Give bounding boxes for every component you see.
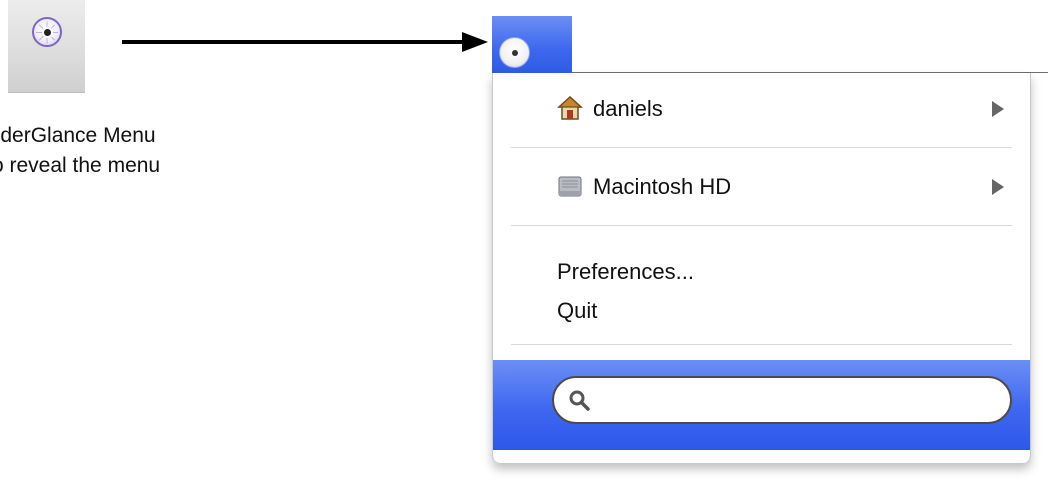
menu-item-macintosh-hd[interactable]: Macintosh HD xyxy=(493,157,1030,217)
menu-item-home-label: daniels xyxy=(593,96,663,121)
search-field[interactable] xyxy=(552,376,1012,424)
menu-separator xyxy=(511,225,1012,226)
arrow-right-icon xyxy=(122,32,488,52)
menu-item-quit[interactable]: Quit xyxy=(557,298,597,324)
folderglance-icon[interactable] xyxy=(499,37,530,68)
menu-item-preferences[interactable]: Preferences... xyxy=(557,259,694,285)
instruction-caption: olderGlance Menu o reveal the menu xyxy=(0,121,160,181)
caption-line-2: o reveal the menu xyxy=(0,154,161,177)
menu-separator xyxy=(511,147,1012,148)
menubar-icon-crop xyxy=(8,0,85,93)
caption-line-1: olderGlance Menu xyxy=(0,124,156,147)
menu-separator xyxy=(511,344,1012,345)
menu-item-home[interactable]: daniels xyxy=(493,79,1030,139)
chevron-right-icon xyxy=(992,179,1004,195)
search-bar-area xyxy=(493,360,1030,450)
hard-drive-icon xyxy=(558,176,582,197)
menu-item-macintosh-hd-label: Macintosh HD xyxy=(593,174,732,199)
search-input[interactable] xyxy=(598,384,1002,418)
chevron-right-icon xyxy=(992,101,1004,117)
menubar-item-active[interactable] xyxy=(492,16,572,73)
home-icon xyxy=(557,95,583,120)
dropdown-menu: daniels Macintosh HD Preferences... Quit xyxy=(492,73,1031,463)
folderglance-icon[interactable] xyxy=(32,17,62,47)
search-icon xyxy=(569,390,590,411)
